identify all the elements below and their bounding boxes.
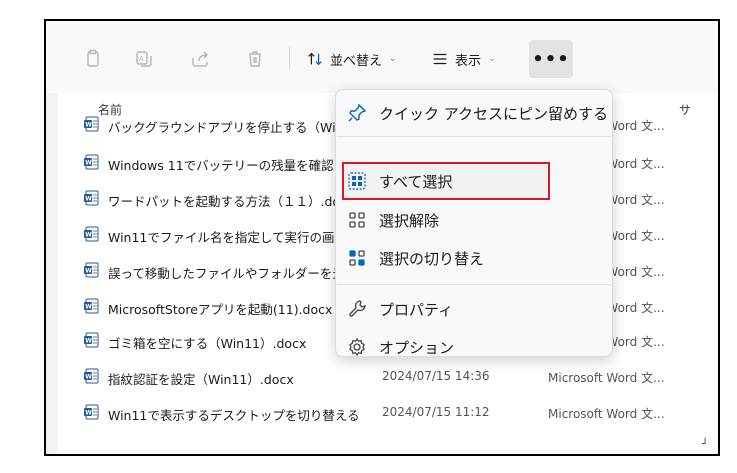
table-row[interactable]: W Win11で表示するデスクトップを切り替える（... 2024/07/15 11…	[58, 396, 708, 430]
toolbar-divider	[289, 47, 290, 69]
sort-button[interactable]: 並べ替え ⌄	[306, 45, 397, 73]
delete-icon[interactable]	[241, 45, 269, 73]
menu-item-select-none[interactable]: 選択解除	[336, 201, 612, 239]
menu-item-label: 選択の切り替え	[379, 249, 485, 268]
word-document-icon: W	[84, 332, 99, 348]
file-name: ワードパットを起動する方法（１１）.docx	[108, 194, 355, 209]
word-document-icon: W	[84, 404, 99, 420]
menu-divider	[337, 284, 611, 285]
word-document-icon: W	[84, 262, 99, 278]
svg-text:W: W	[85, 160, 92, 167]
wrench-icon	[346, 298, 368, 320]
svg-text:W: W	[85, 196, 92, 203]
word-document-icon: W	[84, 298, 99, 314]
file-name: Win11で表示するデスクトップを切り替える（...	[108, 408, 363, 423]
menu-item-label: 選択解除	[379, 211, 440, 230]
word-document-icon: W	[84, 116, 99, 132]
svg-text:W: W	[85, 268, 92, 275]
file-name: 指紋認証を設定（Win11）.docx	[108, 372, 294, 387]
navigation-pane-edge	[46, 93, 58, 454]
see-more-button[interactable]: •••	[529, 40, 573, 78]
menu-item-label: プロパティ	[379, 300, 454, 319]
pin-icon	[346, 102, 368, 124]
svg-text:W: W	[85, 410, 92, 417]
file-name: 誤って移動したファイルやフォルダーを元に戻す.docx	[108, 266, 363, 281]
word-document-icon: W	[84, 368, 99, 384]
svg-text:W: W	[85, 232, 92, 239]
menu-item-label: すべて選択	[379, 172, 453, 191]
menu-item-label: オプション	[379, 338, 455, 357]
sort-icon	[308, 52, 322, 66]
view-button[interactable]: 表示 ⌄	[431, 45, 496, 73]
menu-item-label: クイック アクセスにピン留めする	[379, 104, 609, 123]
word-document-icon: W	[84, 190, 99, 206]
menu-item-options[interactable]: オプション	[336, 328, 612, 366]
menu-divider	[337, 136, 611, 137]
file-type: Microsoft Word 文...	[548, 407, 665, 421]
chevron-down-icon: ⌄	[488, 54, 496, 64]
invert-selection-icon	[346, 247, 368, 269]
menu-item-invert-selection[interactable]: 選択の切り替え	[336, 239, 612, 277]
sort-label: 並べ替え	[330, 53, 383, 69]
view-icon	[433, 53, 447, 65]
share-icon[interactable]	[186, 45, 214, 73]
word-document-icon: W	[84, 154, 99, 170]
menu-item-properties[interactable]: プロパティ	[336, 290, 612, 328]
svg-text:W: W	[85, 338, 92, 345]
svg-text:A: A	[139, 55, 144, 63]
resize-grip-icon[interactable]: ┘	[702, 439, 708, 450]
see-more-menu: クイック アクセスにピン留めする すべて選択 選択解除 選択の切り替え プロパテ…	[335, 89, 613, 357]
file-explorer-window: A 並べ替え ⌄ 表示 ⌄ ••• 名前 サ W バックグラウンドアプリを停止する…	[44, 19, 720, 456]
select-all-icon	[346, 170, 368, 192]
file-type: Microsoft Word 文...	[548, 371, 665, 385]
file-name: ゴミ箱を空にする（Win11）.docx	[108, 336, 307, 351]
svg-text:W: W	[85, 374, 92, 381]
word-document-icon: W	[84, 226, 99, 242]
file-name: Windows 11でバッテリーの残量を確認する.docx	[108, 158, 363, 173]
cut-icon[interactable]	[79, 45, 107, 73]
file-date: 2024/07/15 11:12	[382, 405, 490, 419]
select-none-icon	[346, 209, 368, 231]
file-name: バックグラウンドアプリを停止する（Win11）.docx	[108, 120, 363, 135]
view-label: 表示	[455, 53, 482, 69]
menu-item-pin-quick-access[interactable]: クイック アクセスにピン留めする	[336, 94, 612, 132]
chevron-down-icon: ⌄	[389, 54, 397, 64]
menu-item-select-all[interactable]: すべて選択	[336, 162, 612, 200]
svg-text:W: W	[85, 122, 92, 129]
command-bar: A 並べ替え ⌄ 表示 ⌄ •••	[46, 21, 718, 93]
file-name: Win11でファイル名を指定して実行の画面.docx	[108, 230, 363, 245]
copy-icon[interactable]: A	[130, 45, 158, 73]
file-name: MicrosoftStoreアプリを起動(11).docx	[108, 302, 333, 317]
file-date: 2024/07/15 14:36	[382, 369, 490, 383]
gear-icon	[346, 336, 368, 358]
svg-text:W: W	[85, 304, 92, 311]
